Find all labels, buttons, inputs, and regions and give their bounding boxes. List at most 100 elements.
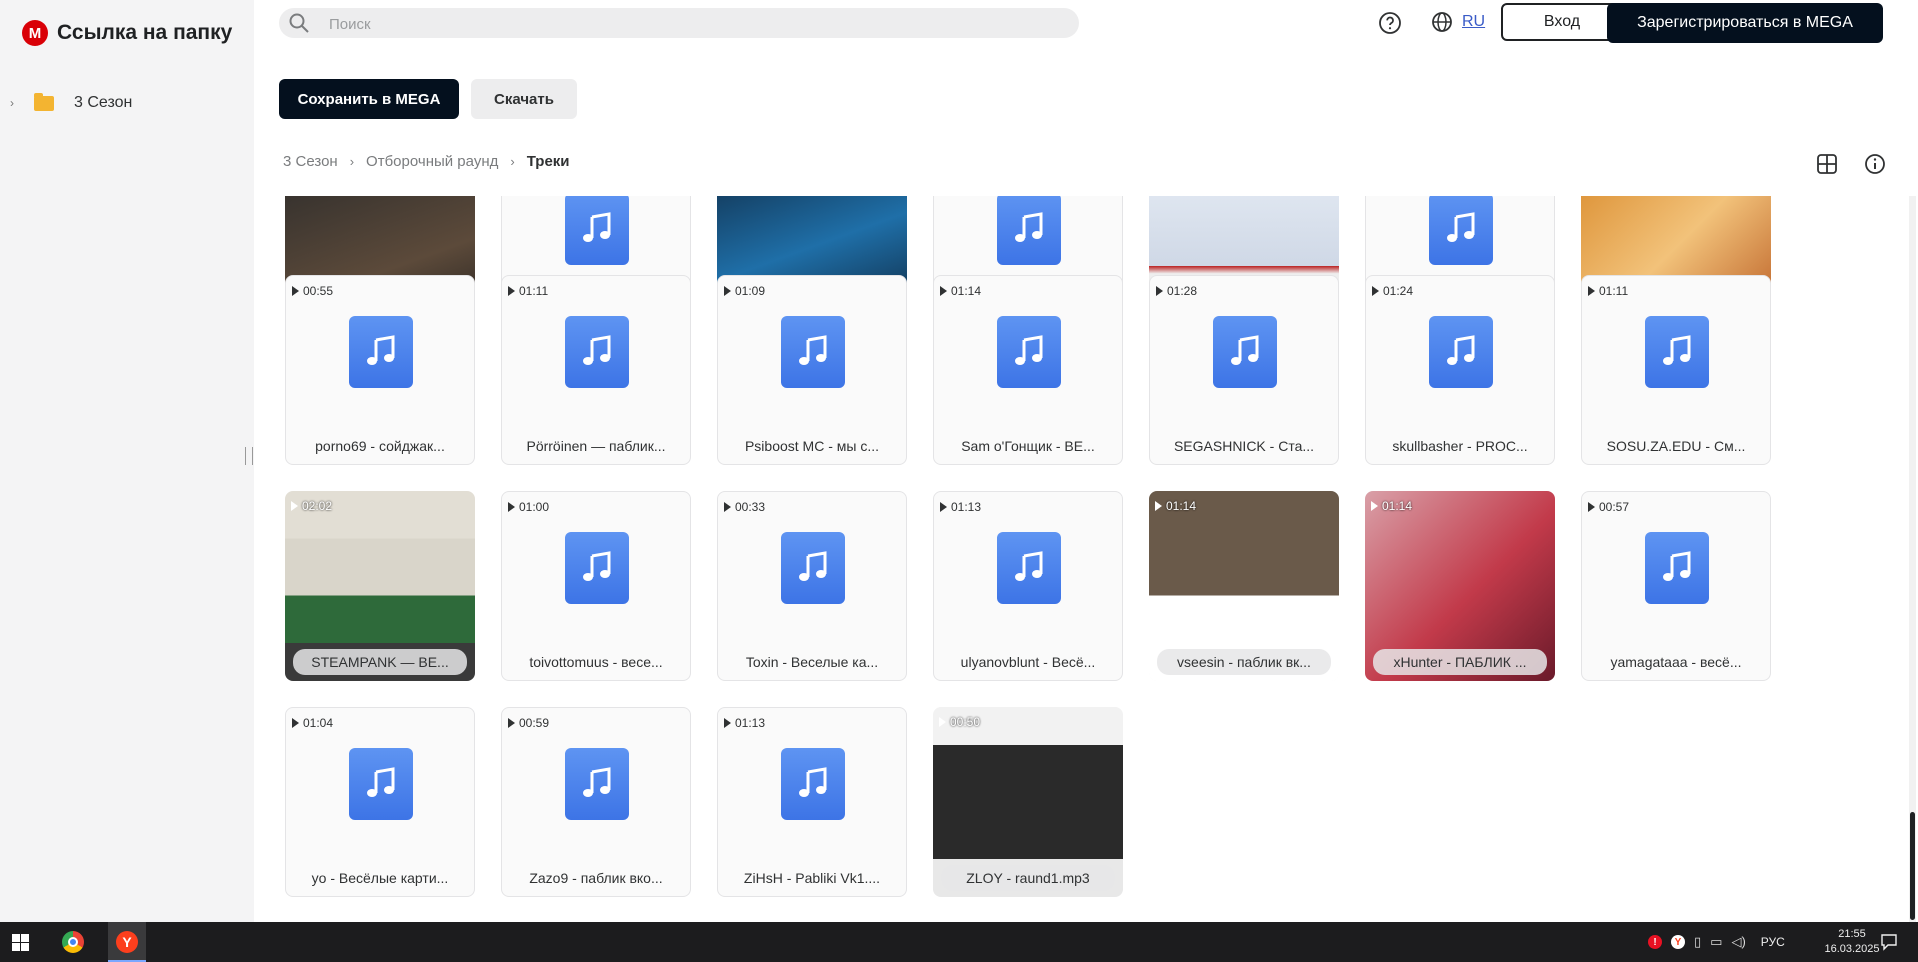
network-icon[interactable]: ▭ [1710, 934, 1722, 950]
file-name: toivottomuus - весе... [529, 654, 663, 670]
sidebar: M Ссылка на папку › 3 Сезон [0, 0, 254, 922]
music-file-icon [349, 316, 413, 388]
breadcrumb-item[interactable]: Отборочный раунд [366, 153, 498, 170]
file-card[interactable]: 00:55 porno69 - сойджак... [285, 275, 475, 465]
usb-icon[interactable]: ▯ [1694, 934, 1701, 950]
sidebar-item-label: 3 Сезон [74, 94, 133, 111]
duration-badge: 01:00 [508, 500, 549, 514]
file-card[interactable]: 01:09 Psiboost MC - мы с... [717, 275, 907, 465]
file-card[interactable]: 01:04 yo - Весёлые карти... [285, 707, 475, 897]
music-file-icon [997, 316, 1061, 388]
chevron-right-icon: › [349, 154, 355, 169]
chevron-right-icon[interactable]: › [10, 96, 20, 110]
breadcrumb-current: Треки [526, 153, 570, 170]
music-file-icon [565, 316, 629, 388]
file-name: Psiboost MC - мы с... [744, 438, 880, 454]
duration-badge: 01:04 [292, 716, 333, 730]
file-card[interactable]: 00:57 yamagataaa - весё... [1581, 491, 1771, 681]
duration-badge: 00:59 [508, 716, 549, 730]
duration-badge: 00:55 [292, 284, 333, 298]
file-card[interactable]: 00:50 ZLOY - raund1.mp3 [933, 707, 1123, 897]
search-icon [288, 12, 310, 39]
file-card[interactable]: 00:59 Zazo9 - паблик вко... [501, 707, 691, 897]
music-file-icon [1645, 316, 1709, 388]
file-name: Pörröinen — паблик... [526, 438, 666, 454]
music-file-icon [781, 748, 845, 820]
file-card[interactable]: 01:14 Sam o'Гонщик - ВЕ... [933, 275, 1123, 465]
duration-badge: 01:13 [724, 716, 765, 730]
breadcrumb: 3 Сезон › Отборочный раунд › Треки [283, 153, 570, 170]
input-language[interactable]: РУС [1761, 935, 1785, 949]
save-to-mega-button[interactable]: Сохранить в MEGA [279, 79, 459, 119]
file-name: ZLOY - raund1.mp3 [941, 865, 1115, 891]
search-input[interactable] [327, 13, 1051, 35]
duration-badge: 00:50 [939, 715, 980, 729]
system-tray: ! Y ▯ ▭ ◁) РУС [1648, 922, 1785, 962]
file-name: SEGASHNICK - Ста... [1173, 438, 1315, 454]
duration-badge: 01:14 [940, 284, 981, 298]
music-file-icon [1213, 316, 1277, 388]
yandex-tray-icon[interactable]: Y [1671, 935, 1685, 949]
windows-start-icon[interactable] [12, 934, 29, 956]
music-file-icon [565, 532, 629, 604]
folder-link-title: Ссылка на папку [57, 21, 233, 44]
taskbar-yandex-app[interactable]: Y [108, 922, 146, 962]
notification-icon[interactable] [1880, 933, 1898, 956]
file-card[interactable]: 01:24 skullbasher - PROC... [1365, 275, 1555, 465]
file-grid: МСЭLИS - ВЕСЁЛЫ...Monteig - Паблик В...M… [254, 196, 1904, 922]
file-card[interactable]: 01:13 ZiHsH - Pabliki Vk1.... [717, 707, 907, 897]
file-name: vseesin - паблик вк... [1157, 649, 1331, 675]
duration-badge: 01:11 [1588, 284, 1628, 298]
duration-badge: 01:11 [508, 284, 548, 298]
login-button[interactable]: Вход [1501, 3, 1623, 41]
file-name: xHunter - ПАБЛИК ... [1373, 649, 1547, 675]
music-file-icon [1645, 532, 1709, 604]
music-file-icon [565, 748, 629, 820]
file-card[interactable]: 01:28 SEGASHNICK - Ста... [1149, 275, 1339, 465]
duration-badge: 01:14 [1371, 499, 1412, 513]
file-card[interactable]: 01:11 SOSU.ZA.EDU - См... [1581, 275, 1771, 465]
scrollbar-thumb[interactable] [1910, 812, 1915, 920]
file-name: porno69 - сойджак... [315, 438, 445, 454]
music-file-icon [1429, 196, 1493, 265]
folder-icon [34, 92, 54, 111]
duration-badge: 01:13 [940, 500, 981, 514]
sidebar-resize-handle[interactable] [245, 447, 253, 465]
breadcrumb-item[interactable]: 3 Сезон [283, 153, 338, 170]
file-name: ZiHsH - Pabliki Vk1.... [743, 870, 881, 886]
alert-icon[interactable]: ! [1648, 935, 1662, 949]
yandex-browser-icon[interactable]: Y [116, 931, 138, 953]
info-icon[interactable] [1864, 153, 1886, 180]
volume-icon[interactable]: ◁) [1731, 934, 1745, 950]
help-icon[interactable] [1378, 11, 1402, 40]
file-card[interactable]: 00:33 Toxin - Веселые ка... [717, 491, 907, 681]
taskbar: Y ! Y ▯ ▭ ◁) РУС 21:55 16.03.2025 [0, 922, 1918, 962]
globe-icon[interactable] [1431, 11, 1453, 38]
grid-view-icon[interactable] [1816, 153, 1838, 180]
chrome-icon[interactable] [62, 931, 84, 953]
file-name: skullbasher - PROC... [1392, 438, 1528, 454]
file-card[interactable]: 01:00 toivottomuus - весе... [501, 491, 691, 681]
music-file-icon [997, 196, 1061, 265]
download-button[interactable]: Скачать [471, 79, 577, 119]
file-name: Sam o'Гонщик - ВЕ... [961, 438, 1095, 454]
file-name: ulyanovblunt - Весё... [960, 654, 1096, 670]
file-name: yamagataaa - весё... [1610, 654, 1742, 670]
file-name: Zazo9 - паблик вко... [529, 870, 663, 886]
music-file-icon [1429, 316, 1493, 388]
language-link[interactable]: RU [1462, 13, 1485, 31]
file-card[interactable]: 01:14 xHunter - ПАБЛИК ... [1365, 491, 1555, 681]
music-file-icon [349, 748, 413, 820]
duration-badge: 01:28 [1156, 284, 1197, 298]
search-bar[interactable] [279, 8, 1079, 38]
brand[interactable]: M Ссылка на папку [22, 20, 232, 46]
file-card[interactable]: 01:14 vseesin - паблик вк... [1149, 491, 1339, 681]
register-button[interactable]: Зарегистрироваться в MEGA [1607, 3, 1883, 43]
chevron-right-icon: › [510, 154, 515, 169]
file-card[interactable]: 01:13 ulyanovblunt - Весё... [933, 491, 1123, 681]
file-card[interactable]: 02:02 STEAMPANK — ВЕ... [285, 491, 475, 681]
sidebar-item-folder[interactable]: › 3 Сезон [10, 92, 133, 112]
mega-logo[interactable]: M [22, 20, 48, 46]
file-name: yo - Весёлые карти... [311, 870, 449, 886]
file-card[interactable]: 01:11 Pörröinen — паблик... [501, 275, 691, 465]
